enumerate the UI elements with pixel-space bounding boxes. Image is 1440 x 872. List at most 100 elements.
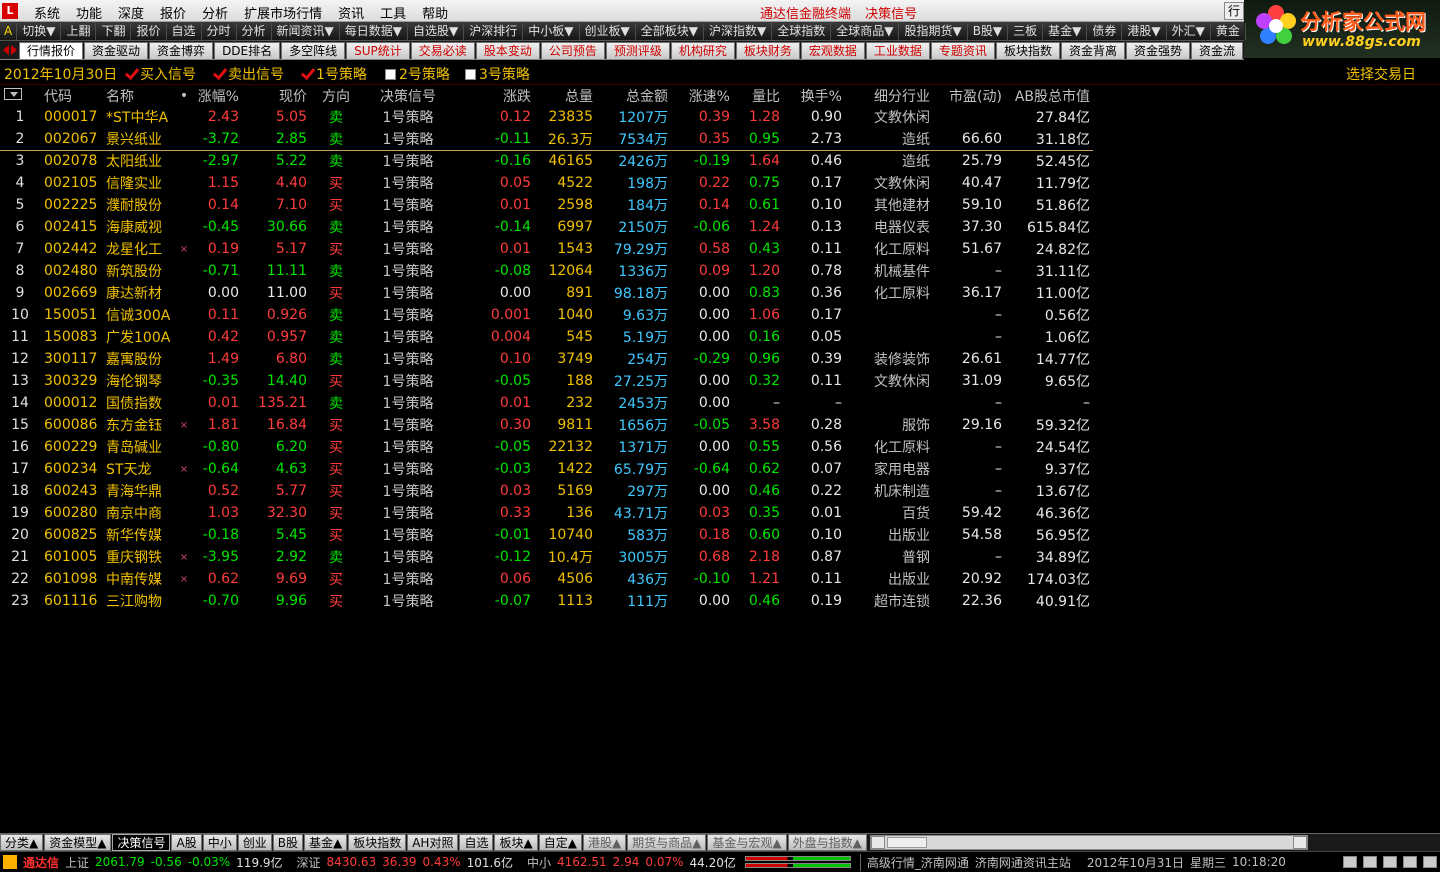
menu-item[interactable]: 资讯 [330,3,372,22]
category-tab[interactable]: 板块指数 [348,834,407,851]
table-row[interactable]: 10 150051 信诚300A 0.11 0.926 卖 1号策略 0.001 1040 9.6… [0,304,1093,326]
option-strategy-1[interactable]: 1号策略 [302,64,367,84]
toolbar-item[interactable]: A [0,22,18,40]
tab[interactable]: 资金驱动 [84,42,149,59]
toolbar-item[interactable]: 自选股▼ [408,22,465,40]
category-tab[interactable]: AH对照 [407,834,459,851]
toolbar-item[interactable]: 创业板▼ [580,22,636,40]
category-tab[interactable]: B股 [272,834,303,851]
select-trade-date-button[interactable]: 选择交易日 [1346,64,1416,84]
sh-label[interactable]: 上证 [62,854,92,871]
col-header[interactable]: 市盈(动) [933,86,1005,106]
col-header[interactable]: 涨幅% [194,86,242,106]
tdx-logo-icon[interactable]: L [2,3,18,19]
table-row[interactable]: 1 000017 *ST中华A 2.43 5.05 卖 1号策略 0.12 23835 1207万… [0,106,1093,128]
toolbar-item[interactable]: 全球指数 [772,22,832,40]
mail-icon[interactable] [1343,856,1357,868]
menu-item[interactable]: 扩展市场行情 [236,3,330,22]
table-row[interactable]: 11 150083 广发100A 0.42 0.957 卖 1号策略 0.004 545 5.19… [0,326,1093,348]
col-header[interactable]: 细分行业 [845,86,933,106]
menu-item[interactable]: 工具 [372,3,414,22]
toolbar-item[interactable]: 中小板▼ [523,22,580,40]
tab[interactable]: DDE排名 [214,42,281,59]
table-row[interactable]: 13 300329 海伦钢琴 -0.35 14.40 买 1号策略 -0.05 188 27.25… [0,370,1093,392]
tab[interactable]: 板块财务 [735,42,800,59]
scroll-right-icon[interactable] [1292,836,1307,849]
menu-item[interactable]: 分析 [194,3,236,22]
tab[interactable]: 专题资讯 [930,42,995,59]
col-header[interactable]: 涨速% [671,86,733,106]
option-strategy-3[interactable]: 3号策略 [465,64,530,84]
menu-item[interactable]: 功能 [68,3,110,22]
toolbar-item[interactable]: 全球商品▼ [831,22,900,40]
tab[interactable]: 机构研究 [670,42,735,59]
table-row[interactable]: 3 002078 太阳纸业 -2.97 5.22 卖 1号策略 -0.16 46165 2426万… [0,150,1093,172]
category-tab[interactable]: 中小 [202,834,237,851]
menu-item[interactable]: 深度 [110,3,152,22]
table-row[interactable]: 23 601116 三江购物 -0.70 9.96 买 1号策略 -0.07 1113 111万 0… [0,590,1093,612]
toolbar-item[interactable]: 债券 [1087,22,1123,40]
col-header[interactable]: 量比 [733,86,783,106]
tab[interactable]: 资金流 [1190,42,1243,59]
tab[interactable]: 板块指数 [995,42,1060,59]
zx-label[interactable]: 中小 [524,854,554,871]
option-buy-signal[interactable]: 买入信号 [126,64,196,84]
table-row[interactable]: 6 002415 海康威视 -0.45 30.66 卖 1号策略 -0.14 6997 2150万… [0,216,1093,238]
table-row[interactable]: 2 002067 景兴纸业 -3.72 2.85 卖 1号策略 -0.11 26.3万 7534万… [0,128,1093,151]
table-row[interactable]: 18 600243 青海华鼎 0.52 5.77 买 1号策略 0.03 5169 297万 0.0… [0,480,1093,502]
col-header[interactable]: 名称 [102,86,174,106]
info-icon[interactable] [1363,856,1377,868]
checkbox-checked-icon[interactable] [214,69,225,80]
tab[interactable]: 工业数据 [865,42,930,59]
category-tab[interactable]: 期货与商品▲ [627,834,707,851]
horizontal-scrollbar[interactable] [869,835,1308,850]
option-sell-signal[interactable]: 卖出信号 [214,64,284,84]
toolbar-item[interactable]: 股指期货▼ [899,22,968,40]
toolbar-item[interactable]: 外汇▼ [1167,22,1211,40]
category-tab[interactable]: 基金▲ [303,834,348,851]
sz-label[interactable]: 深证 [294,854,324,871]
news-server[interactable]: 济南网通资讯主站 [972,854,1074,871]
table-row[interactable]: 20 600825 新华传媒 -0.18 5.45 买 1号策略 -0.01 10740 583万… [0,524,1093,546]
toolbar-item[interactable]: 切换▼ [17,22,62,40]
lock-icon[interactable] [1403,856,1417,868]
tab[interactable]: 宏观数据 [800,42,865,59]
toolbar-item[interactable]: 全部板块▼ [636,22,704,40]
tab[interactable]: 资金博弈 [149,42,214,59]
tab-scroll-arrows[interactable] [0,41,19,59]
table-row[interactable]: 17 600234 ST天龙 × -0.64 4.63 买 1号策略 -0.03 1422 65.7… [0,458,1093,480]
category-tab[interactable]: 创业 [237,834,272,851]
sort-button[interactable] [0,86,40,106]
table-row[interactable]: 21 601005 重庆钢铁 × -3.95 2.92 卖 1号策略 -0.12 10.4万 300… [0,546,1093,568]
toolbar-item[interactable]: 每日数据▼ [340,22,409,40]
tab[interactable]: 资金背离 [1060,42,1125,59]
table-row[interactable]: 4 002105 信隆实业 1.15 4.40 买 1号策略 0.05 4522 198万 0.22… [0,172,1093,194]
category-tab[interactable]: 分类▲ [0,834,44,851]
tab[interactable]: 公司预告 [540,42,605,59]
tab[interactable]: 多空阵线 [281,42,346,59]
col-header[interactable]: 涨跌 [454,86,534,106]
checkbox-unchecked-icon[interactable] [465,68,476,80]
table-row[interactable]: 7 002442 龙星化工 × 0.19 5.17 买 1号策略 0.01 1543 79.29万 0… [0,238,1093,260]
toolbar-item[interactable]: 新闻资讯▼ [272,22,340,40]
toolbar-item[interactable]: 上翻 [61,22,97,40]
tab[interactable]: 资金强势 [1125,42,1190,59]
toolbar-item[interactable]: 黄金 [1211,22,1246,40]
tab[interactable]: 预测评级 [605,42,670,59]
table-row[interactable]: 8 002480 新筑股份 -0.71 11.11 卖 1号策略 -0.08 12064 1336… [0,260,1093,282]
arrow-right-icon[interactable] [10,45,17,55]
table-row[interactable]: 14 000012 国债指数 0.01 135.21 卖 1号策略 0.01 232 2453万 0… [0,392,1093,414]
toolbar-item[interactable]: 自选 [167,22,202,40]
col-header[interactable]: 决策信号 [362,86,454,106]
toolbar-item[interactable]: 三板 [1008,22,1044,40]
toolbar-item[interactable]: 沪深排行 [464,22,524,40]
category-tab[interactable]: 自选 [459,834,494,851]
table-row[interactable]: 12 300117 嘉寓股份 1.49 6.80 卖 1号策略 0.10 3749 254万 -0.… [0,348,1093,370]
toolbar-item[interactable]: 分析 [237,22,272,40]
table-row[interactable]: 9 002669 康达新材 0.00 11.00 买 1号策略 0.00 891 98.18万 0.… [0,282,1093,304]
checkbox-checked-icon[interactable] [302,69,313,80]
toolbar-item[interactable]: 基金▼ [1043,22,1088,40]
category-tab[interactable]: A股 [171,834,202,851]
col-header[interactable]: AB股总市值 [1005,86,1093,106]
category-tab[interactable]: 港股▲ [582,834,627,851]
